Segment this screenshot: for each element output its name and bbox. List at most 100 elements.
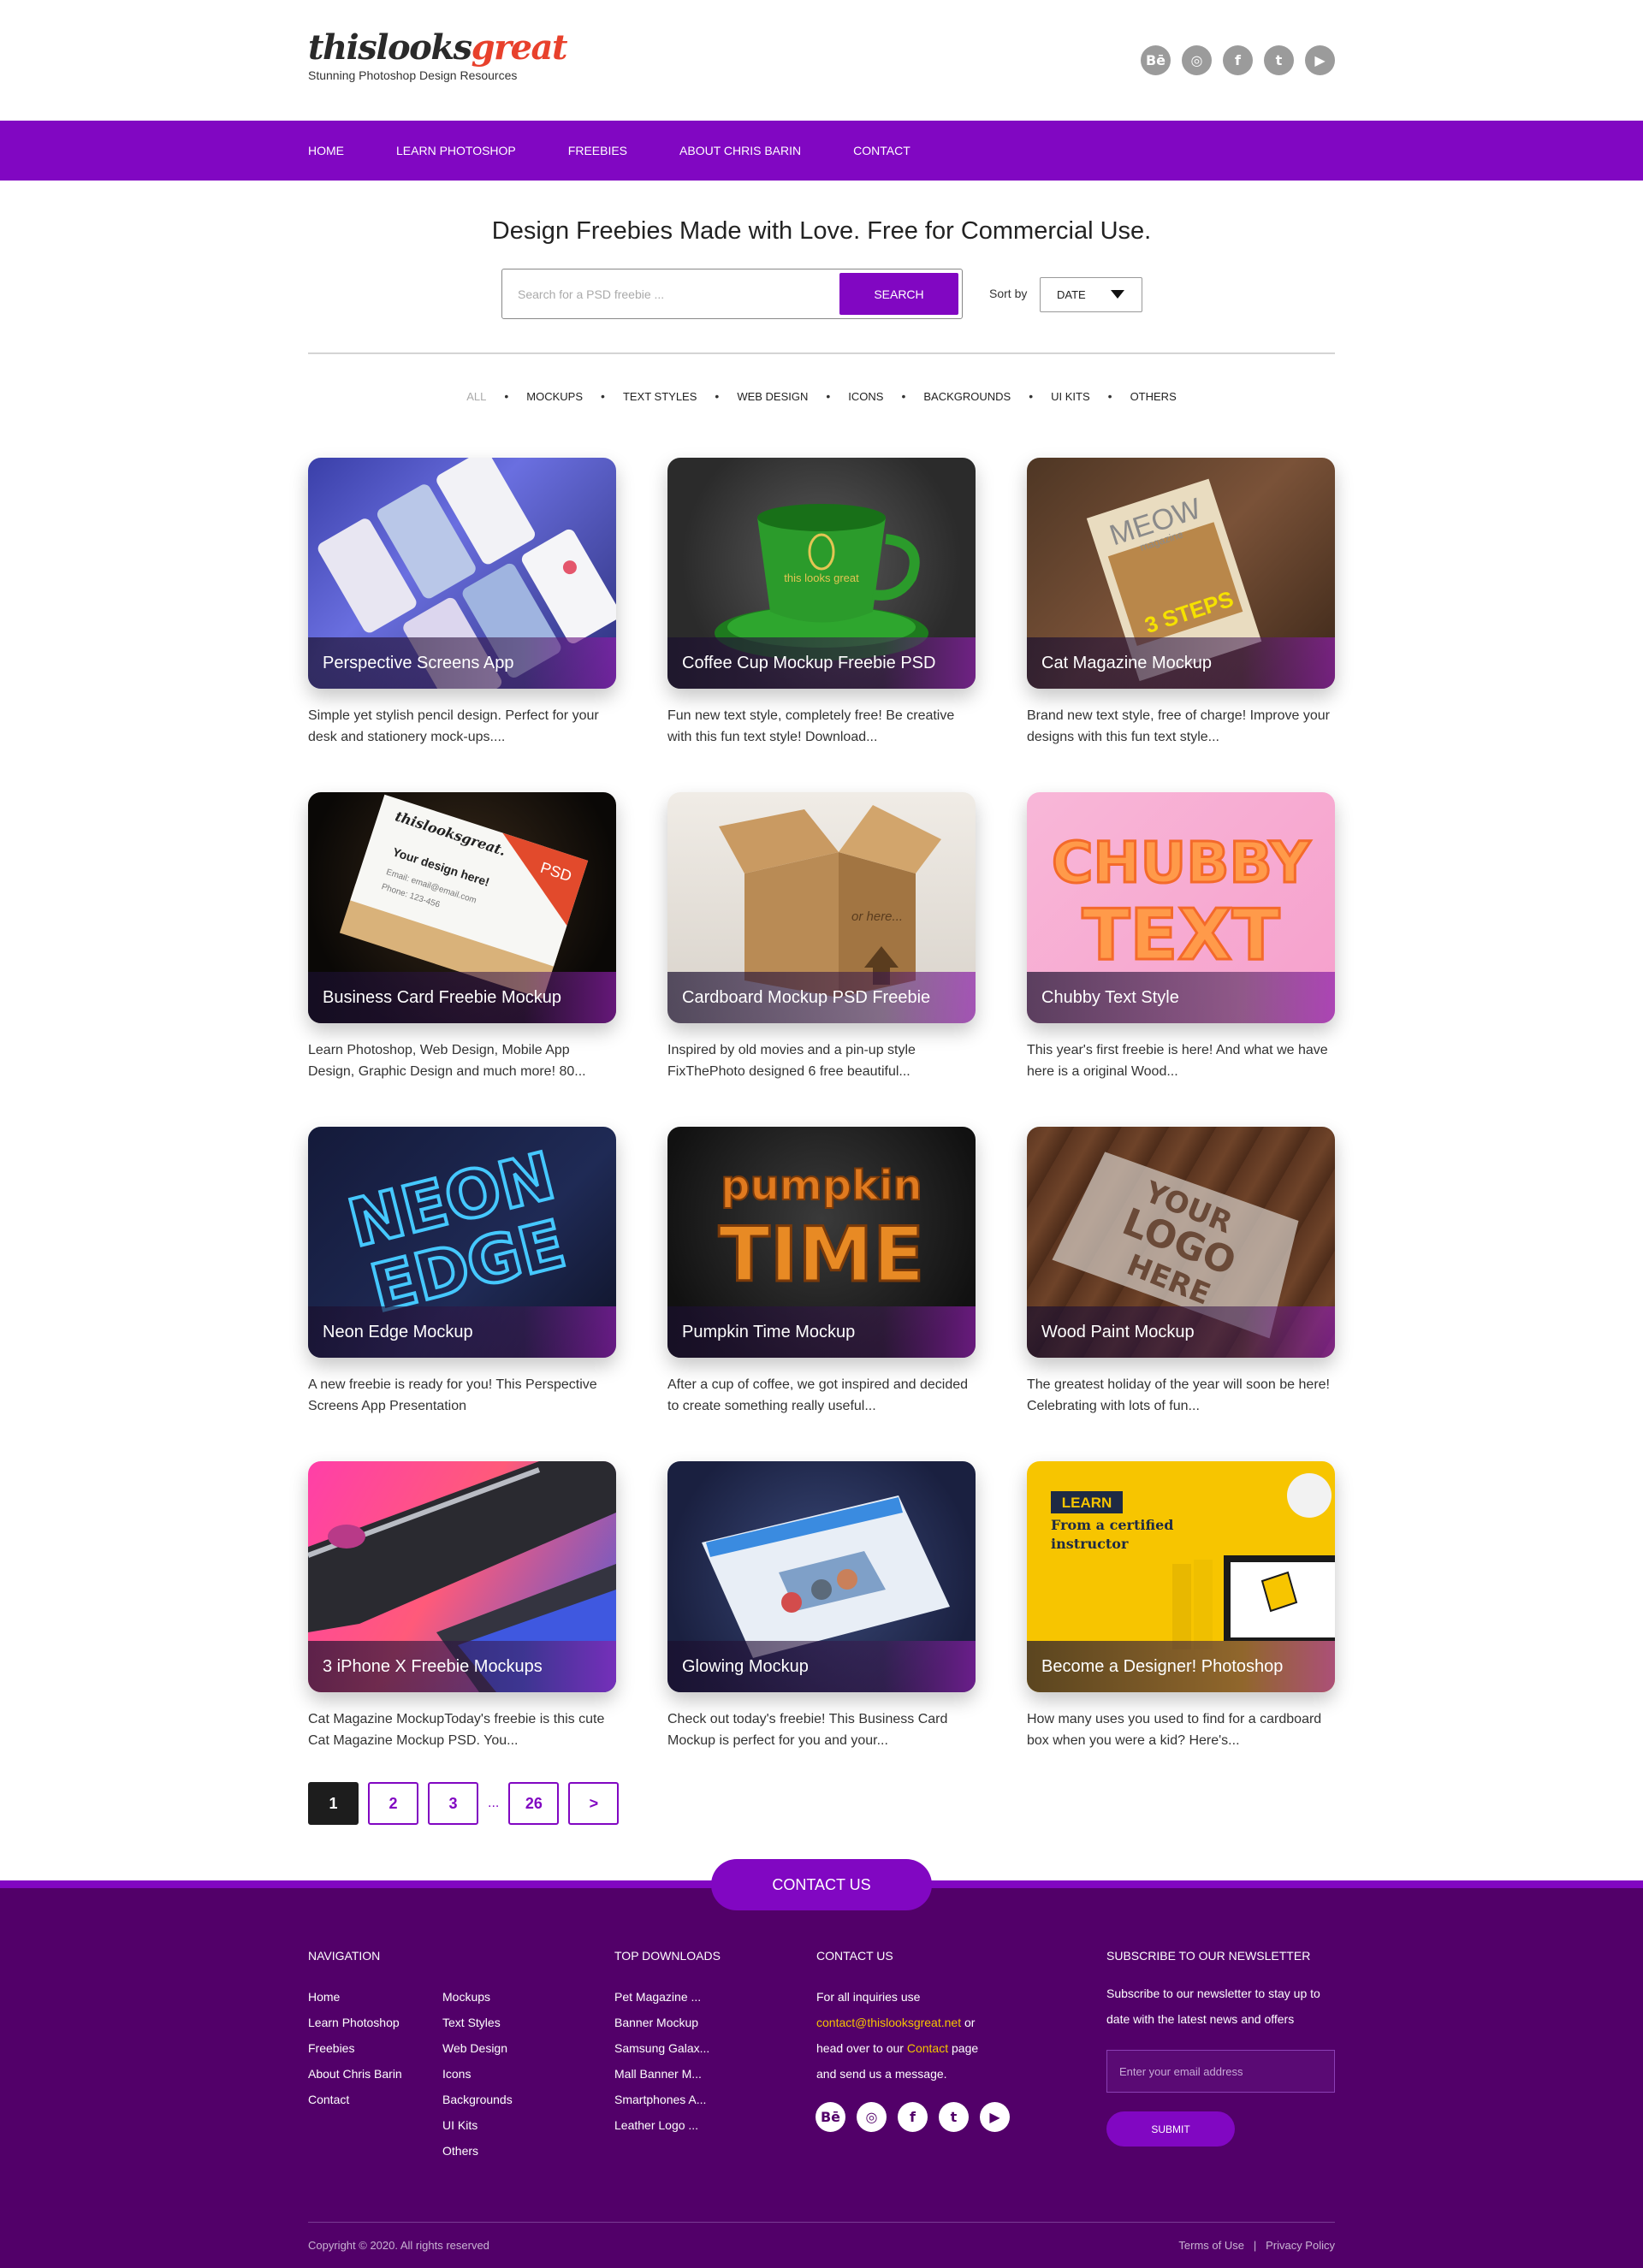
card-description: Learn Photoshop, Web Design, Mobile App … [308, 1043, 586, 1079]
behance-icon[interactable]: Bē [816, 2102, 845, 2132]
twitter-icon[interactable]: t [939, 2102, 969, 2132]
newsletter-text: Subscribe to our newsletter to stay up t… [1106, 1987, 1320, 2026]
footer-link-mockups[interactable]: Mockups [442, 1984, 513, 2010]
contact-line-3: head over to our [816, 2041, 904, 2055]
logo-text-red: great [471, 27, 568, 68]
card-thumbnail[interactable]: MEOW magazine 3 STEPS Cat Magazine Mocku… [1027, 458, 1335, 689]
filter-icons[interactable]: ICONS [848, 390, 883, 403]
dribbble-icon[interactable]: ◎ [1182, 45, 1212, 75]
search-button[interactable]: SEARCH [839, 273, 958, 315]
footer-link-icons[interactable]: Icons [442, 2061, 513, 2087]
divider [308, 352, 1335, 354]
filter-web-design[interactable]: WEB DESIGN [737, 390, 808, 403]
card-thumbnail[interactable]: LEARN From a certified instructor Become… [1027, 1461, 1335, 1692]
freebie-card[interactable]: Perspective Screens App Simple yet styli… [308, 458, 616, 748]
filter-separator: • [1107, 389, 1112, 403]
card-title: Glowing Mockup [667, 1641, 976, 1692]
footer-link-backgrounds[interactable]: Backgrounds [442, 2087, 513, 2112]
contact-email-link[interactable]: contact@thislooksgreat.net [816, 2016, 961, 2029]
freebie-card[interactable]: LEARN From a certified instructor Become… [1027, 1461, 1335, 1751]
download-link[interactable]: Mall Banner M... [614, 2061, 709, 2087]
card-title: Perspective Screens App [308, 637, 616, 689]
filter-text-styles[interactable]: TEXT STYLES [623, 390, 697, 403]
footer-link-text-styles[interactable]: Text Styles [442, 2010, 513, 2035]
footer-link-about[interactable]: About Chris Barin [308, 2061, 402, 2087]
filter-ui-kits[interactable]: UI KITS [1051, 390, 1090, 403]
card-thumbnail[interactable]: YOUR LOGO HERE Wood Paint Mockup [1027, 1127, 1335, 1358]
filter-all[interactable]: ALL [466, 390, 486, 403]
freebie-card[interactable]: thislooksgreat. PSD Your design here! Em… [308, 792, 616, 1082]
behance-icon[interactable]: Bē [1141, 45, 1171, 75]
freebie-card[interactable]: Glowing Mockup Check out today's freebie… [667, 1461, 976, 1751]
download-link[interactable]: Samsung Galax... [614, 2035, 709, 2061]
page-3-button[interactable]: 3 [428, 1782, 478, 1825]
next-page-button[interactable]: > [568, 1782, 620, 1825]
card-thumbnail[interactable]: Glowing Mockup [667, 1461, 976, 1692]
facebook-icon[interactable]: f [898, 2102, 928, 2132]
nav-contact[interactable]: CONTACT [853, 144, 910, 157]
twitter-icon[interactable]: t [1264, 45, 1294, 75]
youtube-icon[interactable]: ▶ [980, 2102, 1010, 2132]
card-thumbnail[interactable]: 3 iPhone X Freebie Mockups [308, 1461, 616, 1692]
facebook-icon[interactable]: f [1223, 45, 1253, 75]
pagination: 1 2 3 ... 26 > [308, 1782, 620, 1825]
download-link[interactable]: Pet Magazine ... [614, 1984, 709, 2010]
card-thumbnail[interactable]: Perspective Screens App [308, 458, 616, 689]
contact-page-link[interactable]: Contact [907, 2041, 948, 2055]
footer-link-ui-kits[interactable]: UI Kits [442, 2112, 513, 2138]
youtube-icon[interactable]: ▶ [1305, 45, 1335, 75]
freebie-card[interactable]: 3 iPhone X Freebie Mockups Cat Magazine … [308, 1461, 616, 1751]
nav-freebies[interactable]: FREEBIES [568, 144, 627, 157]
card-description: Fun new text style, completely free! Be … [667, 708, 955, 744]
freebie-card[interactable]: MEOW magazine 3 STEPS Cat Magazine Mocku… [1027, 458, 1335, 748]
privacy-link[interactable]: Privacy Policy [1266, 2239, 1335, 2252]
card-thumbnail[interactable]: or here... Cardboard Mockup PSD Freebie [667, 792, 976, 1023]
nav-about[interactable]: ABOUT CHRIS BARIN [679, 144, 801, 157]
sort-label: Sort by [989, 287, 1028, 300]
nav-learn-photoshop[interactable]: LEARN PHOTOSHOP [396, 144, 516, 157]
freebie-card[interactable]: CHUBBY TEXT Chubby Text Style This year'… [1027, 792, 1335, 1082]
download-link[interactable]: Smartphones A... [614, 2087, 709, 2112]
filter-backgrounds[interactable]: BACKGROUNDS [923, 390, 1011, 403]
sort-select[interactable]: DATE [1040, 277, 1142, 312]
dribbble-icon[interactable]: ◎ [857, 2102, 887, 2132]
footer-nav-col2: Mockups Text Styles Web Design Icons Bac… [442, 1984, 513, 2164]
site-logo[interactable]: thislooksgreat Stunning Photoshop Design… [308, 27, 568, 83]
email-input[interactable] [1107, 2051, 1334, 2092]
freebie-card[interactable]: this looks great Coffee Cup Mockup Freeb… [667, 458, 976, 748]
newsletter-submit-button[interactable]: SUBMIT [1106, 2111, 1235, 2147]
card-thumbnail[interactable]: pumpkin TIME Pumpkin Time Mockup [667, 1127, 976, 1358]
page-title: Design Freebies Made with Love. Free for… [491, 217, 1152, 245]
footer-link-learn-photoshop[interactable]: Learn Photoshop [308, 2010, 402, 2035]
download-link[interactable]: Banner Mockup [614, 2010, 709, 2035]
search-input[interactable] [518, 281, 826, 307]
footer-link-web-design[interactable]: Web Design [442, 2035, 513, 2061]
freebie-card[interactable]: YOUR LOGO HERE Wood Paint Mockup The gre… [1027, 1127, 1335, 1417]
footer-link-freebies[interactable]: Freebies [308, 2035, 402, 2061]
filter-mockups[interactable]: MOCKUPS [526, 390, 583, 403]
footer-link-home[interactable]: Home [308, 1984, 402, 2010]
freebie-card[interactable]: or here... Cardboard Mockup PSD Freebie … [667, 792, 976, 1082]
card-thumbnail[interactable]: NEON EDGE Neon Edge Mockup [308, 1127, 616, 1358]
footer-link-others[interactable]: Others [442, 2138, 513, 2164]
footer-link-contact[interactable]: Contact [308, 2087, 402, 2112]
footer-contact-text: For all inquiries use contact@thislooksg… [816, 1984, 1022, 2087]
contact-line-4: and send us a message. [816, 2067, 947, 2081]
filter-others[interactable]: OTHERS [1130, 390, 1177, 403]
terms-link[interactable]: Terms of Use [1178, 2239, 1244, 2252]
contact-us-button[interactable]: CONTACT US [711, 1859, 932, 1910]
nav-home[interactable]: HOME [308, 144, 344, 157]
download-link[interactable]: Leather Logo ... [614, 2112, 709, 2138]
card-title: Cardboard Mockup PSD Freebie [667, 972, 976, 1023]
freebie-card[interactable]: pumpkin TIME Pumpkin Time Mockup After a… [667, 1127, 976, 1417]
footer-downloads-list: Pet Magazine ... Banner Mockup Samsung G… [614, 1984, 709, 2138]
copyright-text: Copyright © 2020. All rights reserved [308, 2239, 489, 2252]
page-2-button[interactable]: 2 [368, 1782, 418, 1825]
search-box: SEARCH [501, 269, 963, 319]
card-thumbnail[interactable]: this looks great Coffee Cup Mockup Freeb… [667, 458, 976, 689]
card-thumbnail[interactable]: thislooksgreat. PSD Your design here! Em… [308, 792, 616, 1023]
freebie-card[interactable]: NEON EDGE Neon Edge Mockup A new freebie… [308, 1127, 616, 1417]
card-thumbnail[interactable]: CHUBBY TEXT Chubby Text Style [1027, 792, 1335, 1023]
page-1-button[interactable]: 1 [308, 1782, 359, 1825]
page-last-button[interactable]: 26 [508, 1782, 560, 1825]
